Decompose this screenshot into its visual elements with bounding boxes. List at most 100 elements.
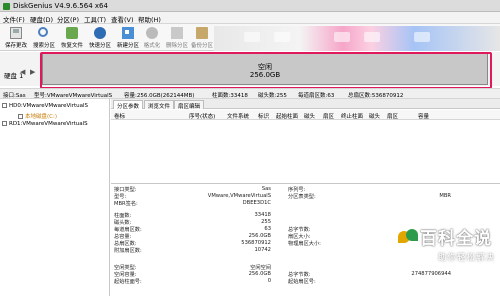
menu-file[interactable]: 文件(F) <box>3 14 25 24</box>
menu-partition[interactable]: 分区(P) <box>57 14 79 24</box>
detail-value: DBEE3D1C <box>242 200 271 206</box>
menu-view[interactable]: 查看(V) <box>111 14 134 24</box>
watermark: 百科全说 助你轻松解决 <box>398 224 498 272</box>
detail-key: 总扇区数: <box>114 241 137 247</box>
detail-value: 256.0GB <box>248 271 271 277</box>
column-header[interactable]: 磁头 <box>304 112 315 120</box>
info-model: 型号:VMwareVMwareVirtualS <box>34 93 113 99</box>
info-interface: 接口:Sas <box>3 93 26 99</box>
menu-disk[interactable]: 硬盘(D) <box>30 14 53 24</box>
save-icon <box>10 27 22 39</box>
detail-value: 空闲空间 <box>250 265 271 271</box>
backup-partition-button[interactable]: 备份分区 <box>189 25 215 50</box>
search-partition-button[interactable]: 搜索分区 <box>31 25 57 50</box>
partition-table-header: 卷标 序号(状态) 文件系统 标识 起始柱面 磁头 扇区 终止柱面 磁头 扇区 … <box>111 110 500 120</box>
column-header[interactable]: 卷标 <box>114 112 125 120</box>
tree-item-disk0[interactable]: HD0:VMwareVMwareVirtualS <box>2 103 88 109</box>
backup-partition-label: 备份分区 <box>190 43 213 49</box>
tree-item-label: RD1:VMwareVMwareVirtualS <box>9 121 88 127</box>
column-header[interactable]: 扇区 <box>387 112 398 120</box>
expand-icon[interactable] <box>2 121 7 126</box>
column-header[interactable]: 终止柱面 <box>341 112 363 120</box>
detail-value: 256.0GB <box>248 233 271 239</box>
detail-key: 接口类型: <box>114 187 137 193</box>
detail-value: 255 <box>261 219 271 225</box>
expand-icon[interactable] <box>2 103 7 108</box>
watermark-title: 百科全说 <box>420 229 492 249</box>
detail-value: 33418 <box>254 212 271 218</box>
tree-item-label: HD0:VMwareVMwareVirtualS <box>9 103 88 109</box>
tab-partition-params[interactable]: 分区参数 <box>113 100 144 110</box>
detail-value: 536870912 <box>241 240 271 246</box>
app-icon <box>3 3 10 10</box>
disk-label: 硬盘 1 <box>4 72 24 80</box>
column-header[interactable]: 起始柱面 <box>276 112 298 120</box>
restore-files-label: 恢复文件 <box>60 43 83 49</box>
column-header[interactable]: 磁头 <box>369 112 380 120</box>
search-partition-label: 搜索分区 <box>32 43 55 49</box>
column-header[interactable]: 序号(状态) <box>189 112 215 120</box>
detail-key: 起始扇区号: <box>288 279 316 285</box>
backup-icon <box>196 27 208 39</box>
quick-partition-label: 快速分区 <box>88 43 111 49</box>
detail-key: 分区表类型: <box>288 194 316 200</box>
quick-partition-button[interactable]: 快速分区 <box>87 25 113 50</box>
format-icon <box>146 27 158 39</box>
detail-key: 型号: <box>114 194 127 200</box>
restore-files-button[interactable]: 恢复文件 <box>59 25 85 50</box>
ad-blob <box>414 32 430 42</box>
info-total-sectors: 总扇区数:536870912 <box>348 93 404 99</box>
ad-banner[interactable] <box>214 26 500 51</box>
detail-key: 序列号: <box>288 187 306 193</box>
column-header[interactable]: 扇区 <box>323 112 334 120</box>
tab-browse-files[interactable]: 浏览文件 <box>144 100 175 110</box>
disk-info-line: 接口:Sas 型号:VMwareVMwareVirtualS 容量:256.0G… <box>0 88 500 99</box>
partition-table: 卷标 序号(状态) 文件系统 标识 起始柱面 磁头 扇区 终止柱面 磁头 扇区 … <box>111 110 500 184</box>
watermark-logo-icon <box>398 228 420 246</box>
title-bar: DiskGenius V4.9.6.564 x64 <box>0 0 500 12</box>
detail-key: MBR签名: <box>114 201 138 207</box>
detail-key: 附加扇区数: <box>114 248 142 254</box>
detail-key: 物理扇区大小: <box>288 241 321 247</box>
detail-value: Sas <box>261 186 271 192</box>
detail-value: MBR <box>439 193 451 199</box>
tab-strip: 分区参数 浏览文件 扇区编辑 <box>111 99 500 110</box>
column-header[interactable]: 标识 <box>258 112 269 120</box>
nav-forward-icon[interactable]: ▶ <box>30 68 35 76</box>
restore-icon <box>66 27 78 39</box>
ad-blob <box>274 32 290 42</box>
menu-help[interactable]: 帮助(H) <box>138 14 161 24</box>
detail-key: 总字节数: <box>288 272 311 278</box>
highlight-box <box>40 52 492 89</box>
detail-value: 63 <box>264 226 271 232</box>
detail-value: 10742 <box>254 247 271 253</box>
ad-blob <box>334 32 350 42</box>
column-header[interactable]: 容量 <box>418 112 429 120</box>
expand-icon[interactable] <box>18 114 23 119</box>
tab-sector-editor[interactable]: 扇区编辑 <box>174 100 205 110</box>
info-capacity: 容量:256.0GB(262144MB) <box>124 93 195 99</box>
tree-item-disk1[interactable]: RD1:VMwareVMwareVirtualS <box>2 121 88 127</box>
save-label: 保存更改 <box>4 43 27 49</box>
new-partition-icon <box>122 27 134 39</box>
ad-blob <box>244 32 260 42</box>
detail-key: 每道扇区数: <box>114 227 142 233</box>
menu-tools[interactable]: 工具(T) <box>84 14 106 24</box>
detail-key: 空闲类型: <box>114 265 137 271</box>
detail-value: VMware,VMwareVirtualS <box>207 193 271 199</box>
save-button[interactable]: 保存更改 <box>3 25 29 50</box>
detail-key: 总容量: <box>114 234 132 240</box>
column-header[interactable]: 文件系统 <box>227 112 249 120</box>
info-cylinders: 柱面数:33418 <box>212 93 248 99</box>
detail-value: 0 <box>267 278 271 284</box>
window-title: DiskGenius V4.9.6.564 x64 <box>13 2 108 10</box>
quick-partition-icon <box>94 27 106 39</box>
detail-key: 空闲容量: <box>114 272 137 278</box>
disk-tree: HD0:VMwareVMwareVirtualS 本地磁盘(C:) RD1:VM… <box>0 99 110 296</box>
detail-key: 总字节数: <box>288 227 311 233</box>
info-sectors-per-track: 每道扇区数:63 <box>298 93 335 99</box>
tree-item-partition-c[interactable]: 本地磁盘(C:) <box>18 112 57 120</box>
info-heads: 磁头数:255 <box>258 93 287 99</box>
detail-key: 磁头数: <box>114 220 132 226</box>
menu-bar: 文件(F) 硬盘(D) 分区(P) 工具(T) 查看(V) 帮助(H) <box>0 12 500 24</box>
